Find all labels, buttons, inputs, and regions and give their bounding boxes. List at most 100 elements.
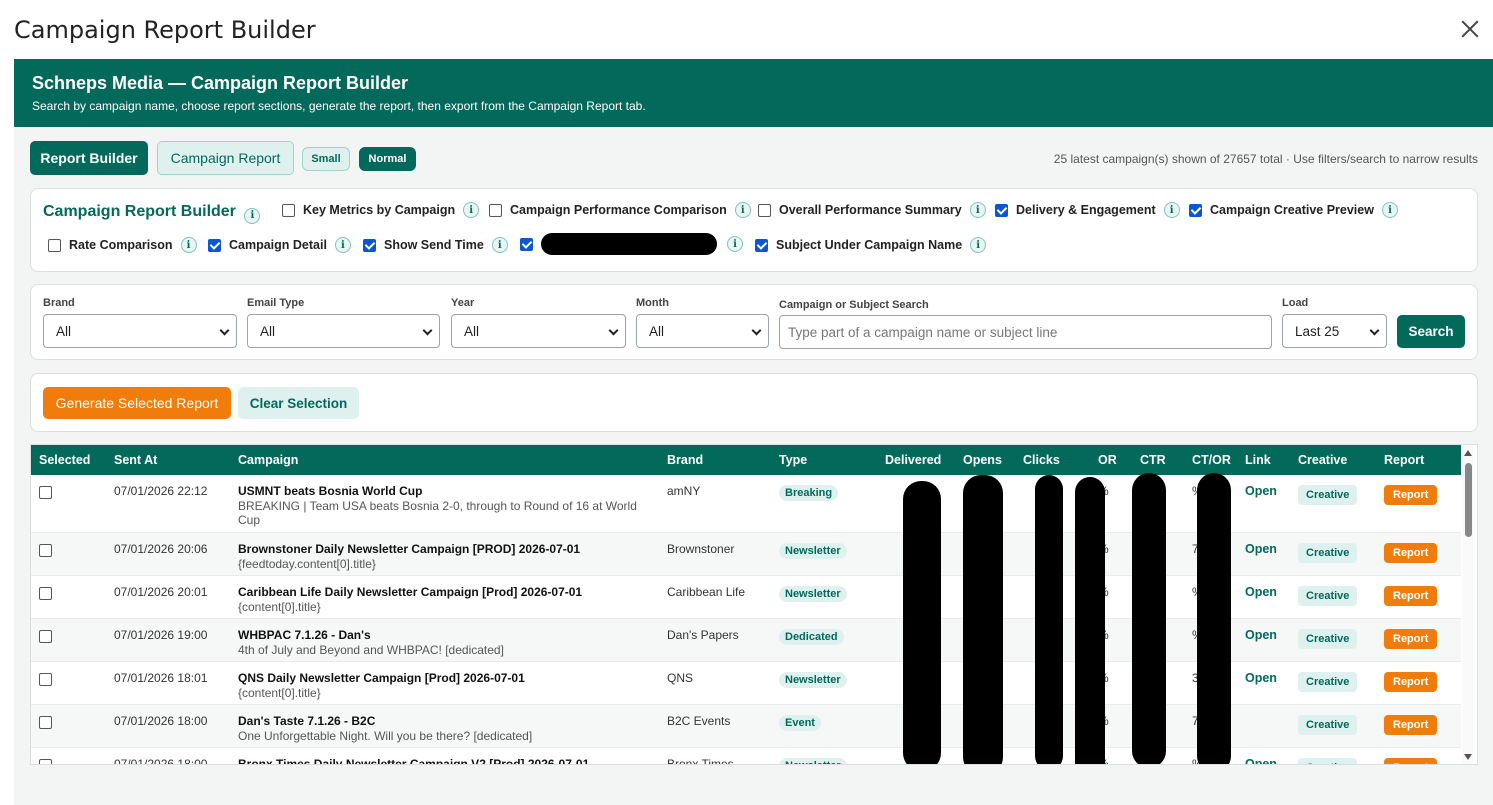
header-brand[interactable]: Brand xyxy=(659,445,771,475)
info-icon[interactable]: i xyxy=(180,237,197,253)
creative-button[interactable]: Creative xyxy=(1298,671,1358,692)
size-normal-button[interactable]: Normal xyxy=(359,147,416,171)
row-checkbox[interactable] xyxy=(39,672,52,686)
open-link[interactable]: Open xyxy=(1245,484,1277,498)
checkbox[interactable] xyxy=(758,203,771,217)
option-subject-under-name[interactable]: Subject Under Campaign Name i xyxy=(755,237,987,253)
open-link[interactable]: Open xyxy=(1245,628,1277,642)
checkbox-checked[interactable] xyxy=(363,238,376,252)
size-small-button[interactable]: Small xyxy=(302,147,350,171)
brand-cell: B2C Events xyxy=(659,704,771,748)
sent-at-cell: 07/01/2026 22:12 xyxy=(106,475,230,533)
open-link[interactable]: Open xyxy=(1245,671,1277,685)
search-button[interactable]: Search xyxy=(1397,315,1465,348)
creative-button[interactable]: Creative xyxy=(1298,714,1358,735)
report-button[interactable]: Report xyxy=(1384,585,1438,606)
info-icon[interactable]: i xyxy=(491,237,508,253)
info-icon[interactable]: i xyxy=(334,237,351,253)
creative-button[interactable]: Creative xyxy=(1298,628,1358,649)
table-row[interactable]: 07/01/2026 20:06 Brownstoner Daily Newsle… xyxy=(31,532,1461,576)
row-checkbox[interactable] xyxy=(39,715,52,729)
header-or[interactable]: OR xyxy=(1090,445,1132,475)
clear-selection-button[interactable]: Clear Selection xyxy=(238,387,359,419)
tab-report-builder[interactable]: Report Builder xyxy=(30,141,148,175)
scroll-thumb[interactable] xyxy=(1465,463,1472,537)
table-row[interactable]: 07/01/2026 19:00 WHBPAC 7.1.26 - Dan's 4th… xyxy=(31,618,1461,662)
info-icon[interactable]: i xyxy=(1381,202,1398,218)
info-icon[interactable]: i xyxy=(463,202,480,218)
table-row[interactable]: 07/01/2026 18:00 Dan's Taste 7.1.26 - B2C… xyxy=(31,704,1461,748)
header-type[interactable]: Type xyxy=(771,445,877,475)
report-button[interactable]: Report xyxy=(1384,485,1438,505)
campaign-subject: {content[0].title} xyxy=(238,599,321,614)
info-icon[interactable]: i xyxy=(727,236,743,252)
table-row[interactable]: 07/01/2026 18:00 Bronx Times Daily Newsle… xyxy=(31,747,1461,765)
generate-report-button[interactable]: Generate Selected Report xyxy=(43,387,231,419)
header-campaign[interactable]: Campaign xyxy=(230,445,659,475)
checkbox[interactable] xyxy=(282,203,295,217)
option-rate-comparison[interactable]: Rate Comparison i xyxy=(48,237,197,253)
checkbox-checked[interactable] xyxy=(755,238,768,252)
row-checkbox[interactable] xyxy=(39,543,52,557)
checkbox[interactable] xyxy=(48,238,61,252)
header-sent-at[interactable]: Sent At xyxy=(106,445,230,475)
option-campaign-detail[interactable]: Campaign Detail i xyxy=(208,237,351,253)
option-campaign-creative-preview[interactable]: Campaign Creative Preview i xyxy=(1189,202,1398,218)
info-icon[interactable]: i xyxy=(734,202,751,218)
option-show-send-time[interactable]: Show Send Time i xyxy=(363,237,508,253)
load-select[interactable]: Last 25 xyxy=(1282,314,1387,348)
table-row[interactable]: 07/01/2026 18:01 QNS Daily Newsletter Cam… xyxy=(31,661,1461,705)
row-checkbox[interactable] xyxy=(39,586,52,600)
checkbox-checked[interactable] xyxy=(208,238,221,252)
table-scrollbar[interactable] xyxy=(1462,445,1474,764)
header-ctr[interactable]: CTR xyxy=(1132,445,1184,475)
row-checkbox[interactable] xyxy=(39,629,52,643)
email-type-select[interactable]: All xyxy=(247,314,440,348)
checkbox-checked[interactable] xyxy=(520,237,533,251)
month-select[interactable]: All xyxy=(636,314,769,348)
option-label: Overall Performance Summary xyxy=(779,203,962,217)
info-icon[interactable]: i xyxy=(244,207,261,224)
report-button[interactable]: Report xyxy=(1384,714,1438,735)
tab-campaign-report[interactable]: Campaign Report xyxy=(157,141,294,175)
open-link[interactable]: Open xyxy=(1245,757,1277,765)
report-button[interactable]: Report xyxy=(1384,628,1438,649)
close-icon[interactable] xyxy=(1459,18,1481,40)
creative-button[interactable]: Creative xyxy=(1298,485,1358,505)
report-button[interactable]: Report xyxy=(1384,757,1438,764)
option-overall-performance-summary[interactable]: Overall Performance Summary i xyxy=(758,202,986,218)
checkbox-checked[interactable] xyxy=(1189,203,1202,217)
scroll-down-icon[interactable] xyxy=(1464,754,1472,760)
report-button[interactable]: Report xyxy=(1384,542,1438,563)
creative-button[interactable]: Creative xyxy=(1298,542,1358,563)
info-icon[interactable]: i xyxy=(970,237,987,253)
header-opens[interactable]: Opens xyxy=(955,445,1015,475)
info-icon[interactable]: i xyxy=(969,202,986,218)
creative-button[interactable]: Creative xyxy=(1298,585,1358,606)
report-button[interactable]: Report xyxy=(1384,671,1438,692)
row-checkbox[interactable] xyxy=(39,758,52,764)
brand-select[interactable]: All xyxy=(43,314,237,348)
header-delivered[interactable]: Delivered xyxy=(877,445,955,475)
scroll-up-icon[interactable] xyxy=(1464,450,1472,456)
option-key-metrics[interactable]: Key Metrics by Campaign i xyxy=(282,202,480,218)
option-delivery-engagement[interactable]: Delivery & Engagement i xyxy=(995,202,1180,218)
sent-at-cell: 07/01/2026 19:00 xyxy=(106,618,230,662)
open-link[interactable]: Open xyxy=(1245,542,1277,556)
creative-button[interactable]: Creative xyxy=(1298,757,1358,764)
row-checkbox[interactable] xyxy=(39,486,52,499)
table-row[interactable]: 07/01/2026 22:12 USMNT beats Bosnia World… xyxy=(31,475,1461,533)
banner-subtitle: Search by campaign name, choose report s… xyxy=(32,99,646,113)
open-link[interactable]: Open xyxy=(1245,585,1277,599)
header-ctor[interactable]: CT/OR xyxy=(1184,445,1237,475)
year-select[interactable]: All xyxy=(451,314,626,348)
header-clicks[interactable]: Clicks xyxy=(1015,445,1090,475)
checkbox-checked[interactable] xyxy=(995,203,1008,217)
option-campaign-performance-comparison[interactable]: Campaign Performance Comparison i xyxy=(489,202,751,218)
campaign-cell: QNS Daily Newsletter Campaign [Prod] 202… xyxy=(230,661,659,705)
checkbox[interactable] xyxy=(489,203,502,217)
campaign-search-input[interactable]: Type part of a campaign name or subject … xyxy=(779,315,1272,349)
info-icon[interactable]: i xyxy=(1163,202,1180,218)
table-row[interactable]: 07/01/2026 20:01 Caribbean Life Daily New… xyxy=(31,575,1461,619)
option-redacted[interactable]: i xyxy=(520,233,743,255)
